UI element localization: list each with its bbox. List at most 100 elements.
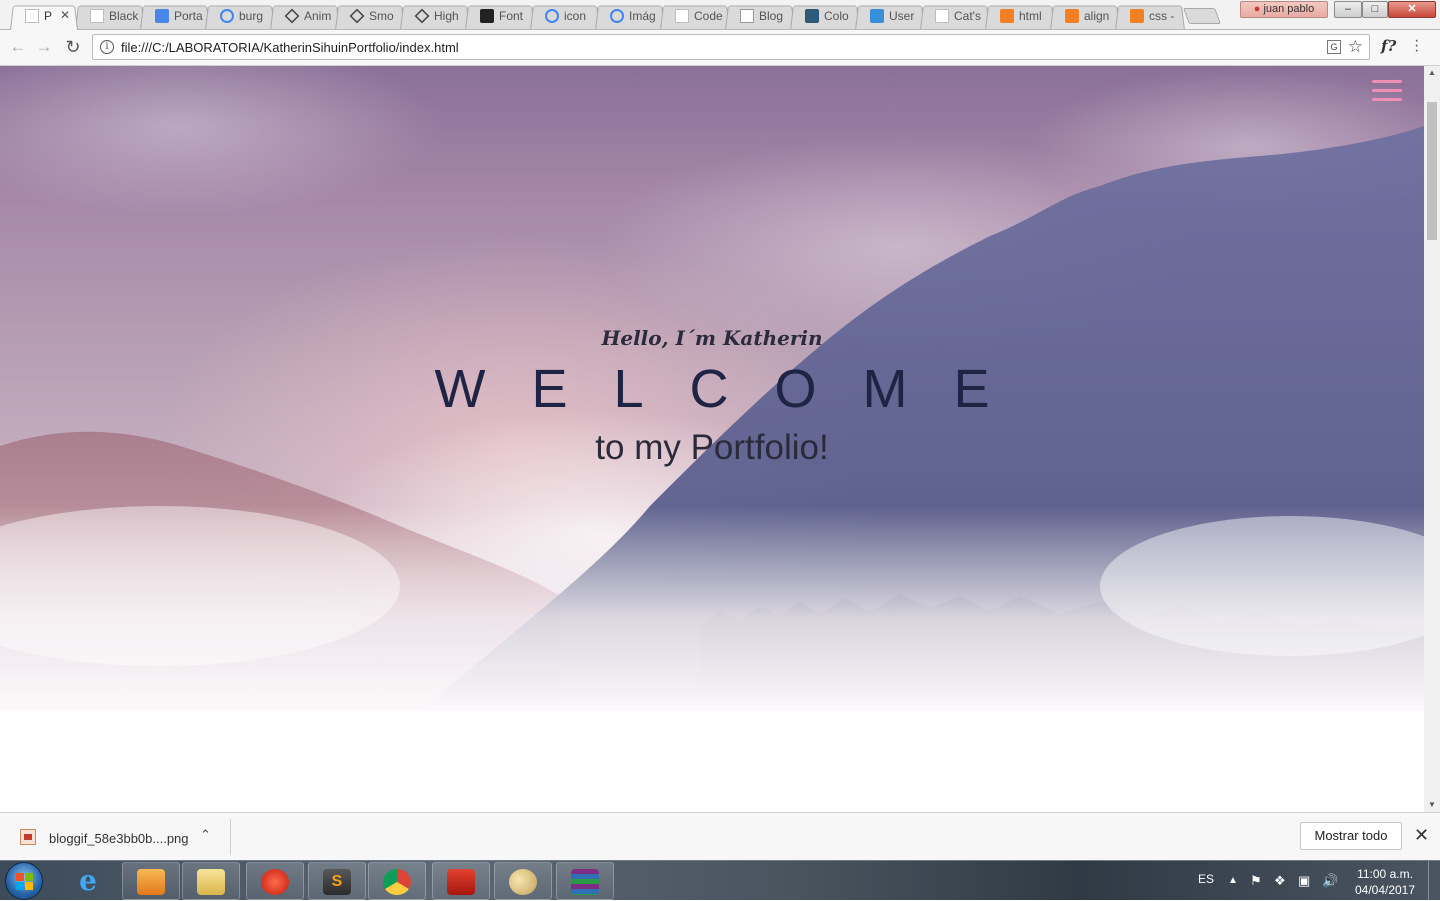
address-bar[interactable]: i file:///C:/LABORATORIA/KatherinSihuinP…: [92, 34, 1370, 60]
tab-title: Code: [694, 9, 723, 23]
tab-title: html: [1019, 9, 1042, 23]
browser-tab[interactable]: css -: [1115, 3, 1185, 30]
tab-title: css -: [1149, 9, 1175, 23]
back-button[interactable]: ←: [8, 37, 28, 57]
browser-tab[interactable]: Cat's: [920, 3, 990, 30]
image-file-icon: [20, 829, 36, 845]
address-url[interactable]: file:///C:/LABORATORIA/KatherinSihuinPor…: [121, 40, 459, 55]
system-clock[interactable]: 11:00 a.m. 04/04/2017: [1350, 866, 1420, 898]
browser-tab[interactable]: P ✕: [10, 3, 78, 30]
download-shelf: bloggif_58e3bb0b....png ⌃ Mostrar todo ✕: [0, 812, 1440, 860]
forward-button[interactable]: →: [34, 37, 54, 57]
google-icon: [220, 9, 234, 23]
menu-line: [1372, 80, 1402, 83]
tab-title: High: [434, 9, 459, 23]
profile-name: juan pablo: [1263, 3, 1315, 15]
action-center-flag-icon[interactable]: ⚑: [1250, 873, 1262, 889]
check-icon: [870, 9, 884, 23]
translate-icon[interactable]: G: [1327, 40, 1341, 54]
hero-greeting: Hello, I´m Katherin: [601, 326, 823, 350]
pen-icon: [805, 9, 819, 23]
menu-line: [1372, 98, 1402, 101]
tray-expand-icon[interactable]: ▲: [1228, 875, 1238, 886]
show-all-downloads-button[interactable]: Mostrar todo: [1300, 822, 1402, 850]
browser-tab[interactable]: Imág: [595, 3, 665, 30]
red-app-icon[interactable]: [246, 862, 304, 900]
download-file-name[interactable]: bloggif_58e3bb0b....png: [49, 831, 189, 846]
sublime-text-icon[interactable]: S: [308, 862, 366, 900]
stack-icon: [1130, 9, 1144, 23]
browser-tab[interactable]: align: [1050, 3, 1120, 30]
browser-tab[interactable]: User: [855, 3, 925, 30]
page-icon: [25, 9, 39, 23]
browser-toolbar: ← → ↻ i file:///C:/LABORATORIA/KatherinS…: [0, 30, 1440, 66]
scroll-up-arrow-icon[interactable]: ▲: [1424, 66, 1440, 80]
show-desktop-button[interactable]: [1428, 861, 1440, 901]
browser-tab[interactable]: Code: [660, 3, 730, 30]
minimize-window-button[interactable]: –: [1334, 1, 1362, 18]
tab-title: align: [1084, 9, 1110, 23]
bookmark-star-icon[interactable]: ☆: [1348, 37, 1363, 57]
acrobat-reader-icon[interactable]: [432, 862, 490, 900]
browser-tab[interactable]: Font: [465, 3, 535, 30]
browser-tab[interactable]: icon: [530, 3, 600, 30]
internet-explorer-icon[interactable]: e: [60, 862, 118, 900]
page-icon: [675, 9, 689, 23]
hero-section: Hello, I´m Katherin WELCOME to my Portfo…: [0, 66, 1424, 711]
site-info-icon[interactable]: i: [100, 40, 114, 54]
tab-title: Anim: [304, 9, 332, 23]
tab-title: Smo: [369, 9, 394, 23]
tab-title: Cat's: [954, 9, 981, 23]
close-window-button[interactable]: ✕: [1388, 1, 1436, 18]
file-explorer-icon[interactable]: [182, 862, 240, 900]
hamburger-menu-icon[interactable]: [1372, 78, 1402, 102]
tab-title: icon: [564, 9, 587, 23]
windows-flag-icon: [16, 873, 34, 891]
browser-menu-button[interactable]: · · ·: [1414, 33, 1419, 59]
menu-line: [1372, 89, 1402, 92]
chrome-icon[interactable]: [368, 862, 426, 900]
tab-title: Colo: [824, 9, 849, 23]
media-player-icon[interactable]: [122, 862, 180, 900]
chevron-up-icon[interactable]: ⌃: [200, 827, 211, 843]
reload-button[interactable]: ↻: [63, 37, 83, 57]
star-icon: [740, 9, 754, 23]
language-indicator[interactable]: ES: [1198, 872, 1214, 886]
network-icon[interactable]: ▣: [1298, 873, 1310, 889]
browser-tab[interactable]: burg: [205, 3, 275, 30]
stack-icon: [1065, 9, 1079, 23]
maximize-window-button[interactable]: □: [1362, 1, 1388, 18]
winrar-icon[interactable]: [556, 862, 614, 900]
close-shelf-icon[interactable]: ✕: [1414, 825, 1429, 846]
close-tab-icon[interactable]: ✕: [60, 8, 70, 22]
download-item[interactable]: bloggif_58e3bb0b....png ⌃: [14, 823, 230, 853]
page-icon: [935, 9, 949, 23]
browser-tab[interactable]: Blog: [725, 3, 795, 30]
browser-tab[interactable]: Colo: [790, 3, 860, 30]
hero-subtitle: to my Portfolio!: [595, 428, 829, 467]
browser-tab[interactable]: Black: [75, 3, 145, 30]
dropbox-icon[interactable]: ❖: [1274, 873, 1286, 889]
google-docs-icon: [155, 9, 169, 23]
tab-title: Imág: [629, 9, 656, 23]
flag-icon: [480, 9, 494, 23]
scroll-down-arrow-icon[interactable]: ▼: [1424, 798, 1440, 812]
google-icon: [545, 9, 559, 23]
clock-time: 11:00 a.m.: [1357, 867, 1413, 881]
browser-tab[interactable]: Smo: [335, 3, 405, 30]
browser-tab[interactable]: html: [985, 3, 1055, 30]
tab-title: Black: [109, 9, 139, 23]
page-scrollbar[interactable]: ▲ ▼: [1424, 66, 1440, 812]
browser-tab[interactable]: High: [400, 3, 470, 30]
volume-icon[interactable]: 🔊: [1322, 873, 1338, 889]
page-icon: [90, 9, 104, 23]
browser-tab[interactable]: Porta: [140, 3, 210, 30]
scrollbar-thumb[interactable]: [1427, 102, 1437, 240]
paint-icon[interactable]: [494, 862, 552, 900]
start-button[interactable]: [5, 862, 43, 900]
extension-fx-icon[interactable]: f?: [1381, 37, 1396, 55]
new-tab-button[interactable]: [1183, 8, 1221, 24]
profile-button[interactable]: ● juan pablo: [1240, 1, 1328, 18]
browser-tab[interactable]: Anim: [270, 3, 340, 30]
profile-avatar-icon: ●: [1253, 3, 1261, 15]
